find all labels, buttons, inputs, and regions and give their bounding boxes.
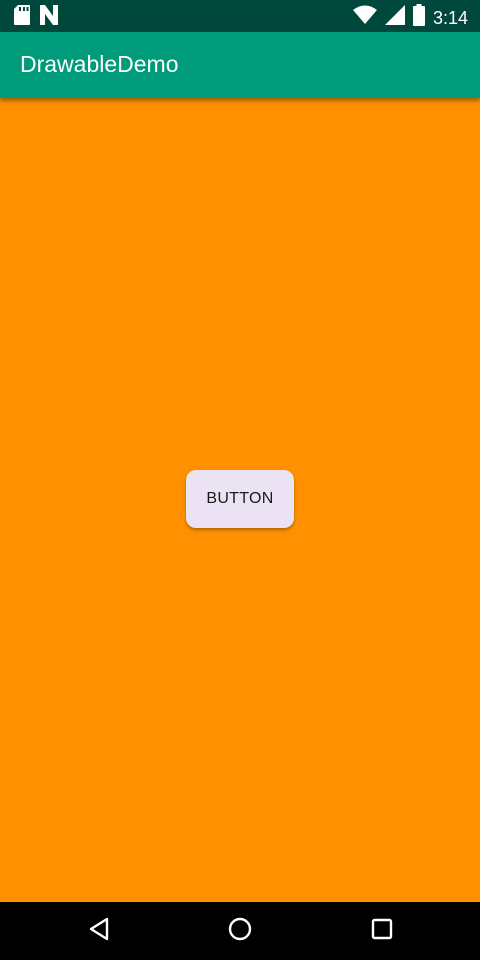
recents-button[interactable] xyxy=(367,916,397,946)
back-button[interactable] xyxy=(84,916,114,946)
navigation-bar xyxy=(0,902,480,960)
n-notification-icon xyxy=(40,5,58,30)
status-time: 3:14 xyxy=(432,7,468,28)
cellular-signal-icon xyxy=(384,5,405,30)
main-content: BUTTON xyxy=(0,98,480,902)
sd-card-icon xyxy=(14,5,30,30)
back-icon xyxy=(88,917,110,946)
home-button[interactable] xyxy=(225,916,255,946)
app-title: DrawableDemo xyxy=(20,51,179,77)
status-right-area: 3:14 xyxy=(352,4,468,31)
recents-icon xyxy=(371,918,393,945)
status-bar: 3:14 xyxy=(0,0,480,32)
app-bar: DrawableDemo xyxy=(0,32,480,98)
main-button[interactable]: BUTTON xyxy=(186,470,294,528)
home-icon xyxy=(227,916,253,947)
status-left-icons xyxy=(14,5,58,30)
battery-icon xyxy=(412,4,425,31)
wifi-icon xyxy=(352,5,377,30)
